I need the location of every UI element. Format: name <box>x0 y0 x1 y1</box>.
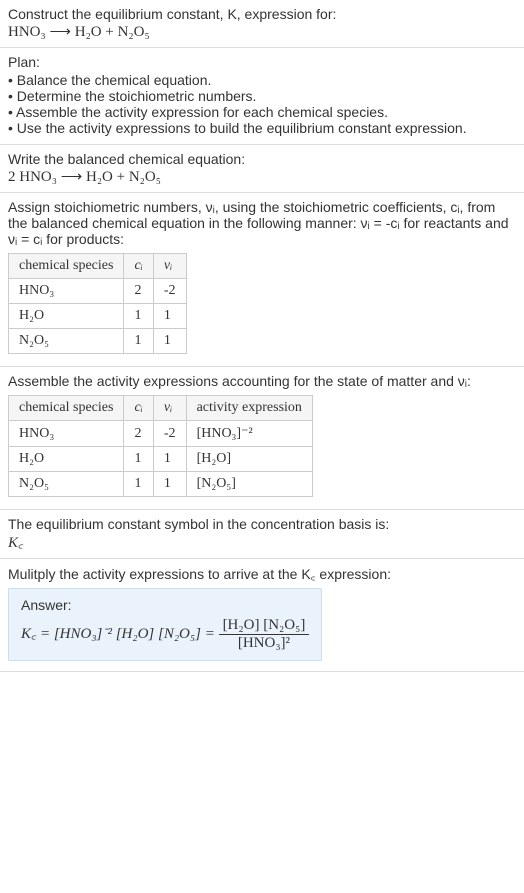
cell-v: -2 <box>153 421 186 447</box>
answer-numerator: [H₂O] [N₂O₅] <box>219 617 310 635</box>
cell-species: N₂O₅ <box>9 329 124 354</box>
cell-expr: [HNO₃]⁻² <box>186 421 312 447</box>
multiply-section: Mulitply the activity expressions to arr… <box>0 559 524 672</box>
answer-denominator: [HNO₃]² <box>219 635 310 652</box>
balanced-intro: Write the balanced chemical equation: <box>8 151 516 167</box>
answer-box: Answer: K꜀ = [HNO₃]⁻² [H₂O] [N₂O₅] = [H₂… <box>8 588 322 661</box>
activity-intro: Assemble the activity expressions accoun… <box>8 373 516 389</box>
plan-item: Use the activity expressions to build th… <box>8 120 516 136</box>
v-header: νᵢ <box>164 400 172 415</box>
plan-item: Balance the chemical equation. <box>8 72 516 88</box>
cell-c: 1 <box>124 304 153 329</box>
cell-expr: [H₂O] <box>186 447 312 472</box>
table-row: N₂O₅ 1 1 [N₂O₅] <box>9 472 313 497</box>
col-c: cᵢ <box>124 396 153 421</box>
cell-species: HNO₃ <box>9 279 124 304</box>
cell-v: 1 <box>153 447 186 472</box>
plan-section: Plan: Balance the chemical equation. Det… <box>0 48 524 145</box>
plan-item: Determine the stoichiometric numbers. <box>8 88 516 104</box>
table-row: H₂O 1 1 <box>9 304 187 329</box>
cell-species: H₂O <box>9 447 124 472</box>
table-header-row: chemical species cᵢ νᵢ activity expressi… <box>9 396 313 421</box>
answer-label: Answer: <box>21 597 309 613</box>
stoich-intro: Assign stoichiometric numbers, νᵢ, using… <box>8 199 516 247</box>
symbol-value: K꜀ <box>8 532 516 552</box>
table-row: HNO₃ 2 -2 [HNO₃]⁻² <box>9 421 313 447</box>
balanced-section: Write the balanced chemical equation: 2 … <box>0 145 524 193</box>
col-species: chemical species <box>9 396 124 421</box>
unbalanced-equation: HNO₃ ⟶ H₂O + N₂O₅ <box>8 22 516 41</box>
stoich-table: chemical species cᵢ νᵢ HNO₃ 2 -2 H₂O 1 1… <box>8 253 187 354</box>
col-v: νᵢ <box>153 396 186 421</box>
balanced-equation: 2 HNO₃ ⟶ H₂O + N₂O₅ <box>8 167 516 186</box>
plan-item: Assemble the activity expression for eac… <box>8 104 516 120</box>
cell-species: H₂O <box>9 304 124 329</box>
col-expr: activity expression <box>186 396 312 421</box>
answer-fraction: [H₂O] [N₂O₅] [HNO₃]² <box>219 617 310 652</box>
activity-table: chemical species cᵢ νᵢ activity expressi… <box>8 395 313 497</box>
cell-c: 2 <box>124 421 153 447</box>
table-row: HNO₃ 2 -2 <box>9 279 187 304</box>
plan-list: Balance the chemical equation. Determine… <box>8 72 516 136</box>
v-header: νᵢ <box>164 258 172 273</box>
prompt-text: Construct the equilibrium constant, K, e… <box>8 6 516 22</box>
cell-v: 1 <box>153 304 186 329</box>
stoich-section: Assign stoichiometric numbers, νᵢ, using… <box>0 193 524 367</box>
table-header-row: chemical species cᵢ νᵢ <box>9 254 187 279</box>
symbol-intro: The equilibrium constant symbol in the c… <box>8 516 516 532</box>
answer-lhs: K꜀ = [HNO₃]⁻² [H₂O] [N₂O₅] = <box>21 626 219 642</box>
plan-title: Plan: <box>8 54 516 70</box>
cell-species: N₂O₅ <box>9 472 124 497</box>
activity-section: Assemble the activity expressions accoun… <box>0 367 524 510</box>
table-row: N₂O₅ 1 1 <box>9 329 187 354</box>
col-species: chemical species <box>9 254 124 279</box>
cell-c: 1 <box>124 472 153 497</box>
cell-expr: [N₂O₅] <box>186 472 312 497</box>
header-section: Construct the equilibrium constant, K, e… <box>0 0 524 48</box>
col-v: νᵢ <box>153 254 186 279</box>
col-c: cᵢ <box>124 254 153 279</box>
multiply-intro: Mulitply the activity expressions to arr… <box>8 565 516 584</box>
prompt: Construct the equilibrium constant, K, e… <box>8 6 336 22</box>
c-header: cᵢ <box>134 258 142 273</box>
cell-v: 1 <box>153 329 186 354</box>
cell-v: 1 <box>153 472 186 497</box>
cell-v: -2 <box>153 279 186 304</box>
cell-c: 1 <box>124 447 153 472</box>
cell-species: HNO₃ <box>9 421 124 447</box>
symbol-section: The equilibrium constant symbol in the c… <box>0 510 524 559</box>
cell-c: 1 <box>124 329 153 354</box>
cell-c: 2 <box>124 279 153 304</box>
c-header: cᵢ <box>134 400 142 415</box>
table-row: H₂O 1 1 [H₂O] <box>9 447 313 472</box>
answer-expression: K꜀ = [HNO₃]⁻² [H₂O] [N₂O₅] = [H₂O] [N₂O₅… <box>21 617 309 652</box>
